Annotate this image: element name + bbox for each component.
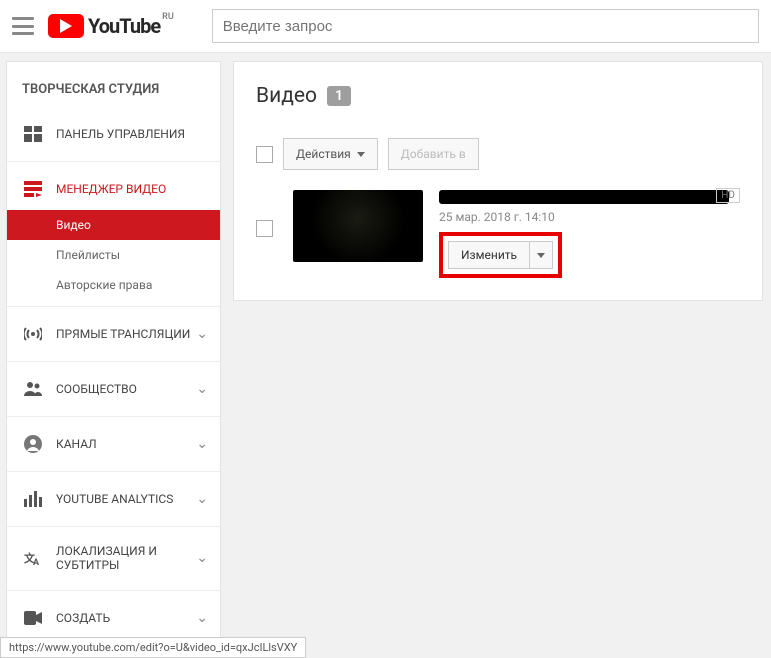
sidebar-label: СОЗДАТЬ — [56, 611, 110, 625]
chevron-down-icon: ⌄ — [196, 491, 208, 507]
svg-text:A: A — [33, 558, 40, 566]
dashboard-icon — [22, 125, 44, 143]
sidebar-item-video-manager[interactable]: МЕНЕДЖЕР ВИДЕО — [7, 168, 220, 210]
video-manager-icon — [22, 180, 44, 198]
sidebar-item-localization[interactable]: 文A ЛОКАЛИЗАЦИЯ И СУБТИТРЫ ⌄ — [7, 533, 220, 584]
main: Видео 1 Действия Добавить в HD — [233, 61, 763, 651]
analytics-icon — [22, 490, 44, 508]
youtube-play-icon — [48, 14, 84, 38]
create-icon — [22, 609, 44, 627]
search-box[interactable] — [212, 9, 759, 43]
annotation-highlight: Изменить — [439, 232, 562, 278]
video-title-redacted[interactable] — [439, 190, 729, 204]
locale-badge: RU — [162, 12, 174, 22]
select-all-checkbox[interactable] — [256, 146, 273, 163]
chevron-down-icon: ⌄ — [196, 381, 208, 397]
sidebar-sub-playlists[interactable]: Плейлисты — [7, 240, 220, 270]
status-bar-url: https://www.youtube.com/edit?o=U&video_i… — [0, 637, 306, 658]
actions-button[interactable]: Действия — [283, 138, 378, 170]
sidebar-item-channel[interactable]: КАНАЛ ⌄ — [7, 423, 220, 465]
sidebar-label: ПРЯМЫЕ ТРАНСЛЯЦИИ — [56, 327, 190, 341]
chevron-down-icon: ⌄ — [196, 550, 208, 566]
video-date: 25 мар. 2018 г. 14:10 — [439, 210, 740, 224]
sidebar-sub-copyright[interactable]: Авторские права — [7, 270, 220, 300]
hd-badge: HD — [716, 188, 740, 203]
sidebar-item-live[interactable]: ПРЯМЫЕ ТРАНСЛЯЦИИ ⌄ — [7, 313, 220, 355]
sidebar-title: ТВОРЧЕСКАЯ СТУДИЯ — [7, 62, 220, 113]
search-input[interactable] — [213, 11, 758, 41]
chevron-down-icon: ⌄ — [196, 326, 208, 342]
caret-down-icon — [537, 253, 545, 258]
sidebar-item-analytics[interactable]: YOUTUBE ANALYTICS ⌄ — [7, 478, 220, 520]
header: YouTube RU — [0, 0, 771, 53]
sidebar-label: YOUTUBE ANALYTICS — [56, 492, 173, 506]
add-to-button[interactable]: Добавить в — [388, 138, 479, 170]
live-icon — [22, 325, 44, 343]
sidebar-label: ПАНЕЛЬ УПРАВЛЕНИЯ — [56, 127, 185, 141]
video-checkbox[interactable] — [256, 220, 273, 237]
chevron-down-icon: ⌄ — [196, 436, 208, 452]
sidebar-item-community[interactable]: СООБЩЕСТВО ⌄ — [7, 368, 220, 410]
sidebar-sub-videos[interactable]: Видео — [7, 210, 220, 240]
sidebar-label: КАНАЛ — [56, 437, 97, 451]
sidebar: ТВОРЧЕСКАЯ СТУДИЯ ПАНЕЛЬ УПРАВЛЕНИЯ МЕНЕ… — [6, 61, 221, 651]
localization-icon: 文A — [22, 549, 44, 567]
chevron-down-icon: ⌄ — [196, 610, 208, 626]
sidebar-label: СООБЩЕСТВО — [56, 382, 137, 396]
edit-dropdown[interactable] — [530, 241, 553, 269]
page-title: Видео 1 — [256, 84, 740, 108]
youtube-logo[interactable]: YouTube RU — [48, 14, 172, 38]
youtube-word: YouTube — [88, 14, 160, 38]
video-thumbnail[interactable] — [293, 190, 423, 262]
video-row: HD 25 мар. 2018 г. 14:10 Изменить — [256, 190, 740, 278]
toolbar: Действия Добавить в — [256, 138, 740, 170]
sidebar-item-create[interactable]: СОЗДАТЬ ⌄ — [7, 597, 220, 639]
channel-icon — [22, 435, 44, 453]
sidebar-label: ЛОКАЛИЗАЦИЯ И СУБТИТРЫ — [56, 544, 205, 573]
video-count-badge: 1 — [327, 86, 351, 106]
sidebar-label: МЕНЕДЖЕР ВИДЕО — [56, 182, 166, 196]
sidebar-item-dashboard[interactable]: ПАНЕЛЬ УПРАВЛЕНИЯ — [7, 113, 220, 155]
community-icon — [22, 380, 44, 398]
menu-icon[interactable] — [12, 17, 34, 35]
caret-down-icon — [357, 152, 365, 157]
edit-button[interactable]: Изменить — [448, 241, 530, 269]
content-panel: Видео 1 Действия Добавить в HD — [233, 61, 763, 301]
